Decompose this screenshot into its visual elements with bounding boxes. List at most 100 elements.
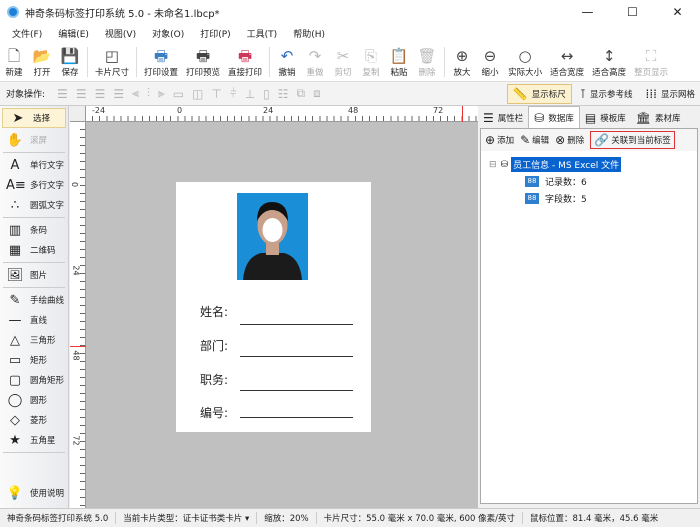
- menu-item[interactable]: 工具(T): [239, 27, 286, 40]
- ungroup-icon[interactable]: ⧈: [313, 86, 321, 101]
- tool-triangle[interactable]: △ 三角形: [0, 330, 68, 350]
- align-center-icon[interactable]: ⫶: [147, 86, 150, 101]
- delete-button[interactable]: 🗑 删除: [413, 47, 441, 78]
- copy-button[interactable]: ⎘ 复制: [357, 47, 385, 78]
- toolbox: ➤ 选择 ✋ 滚屏 A 单行文字 A≡ 多行文字 ∴ 圆弧文字 ▥ 条码 ▦ 二维码 🖼 图片 ✎ 手绘曲线 — 直线…: [0, 106, 69, 508]
- align-right-icon[interactable]: ⫸: [158, 86, 165, 101]
- show-grid-toggle[interactable]: ⁞⁞⁞ 显示网格: [641, 85, 700, 103]
- align-bottom-icon[interactable]: ⊥: [245, 87, 255, 101]
- ruler-icon: 📏: [512, 86, 528, 101]
- fit-page-button[interactable]: ⛶ 整页显示: [630, 47, 672, 78]
- tab-properties[interactable]: ☰ 属性栏: [478, 108, 528, 128]
- tool-select-arrow[interactable]: ➤ 选择: [2, 108, 66, 128]
- menu-item[interactable]: 视图(V): [97, 27, 144, 40]
- window-title: 神奇条码标签打印系统 5.0 - 未命名1.lbcp*: [25, 8, 220, 20]
- show-ruler-toggle[interactable]: 📏 显示标尺: [506, 83, 572, 104]
- print-button[interactable]: 🖶 直接打印: [224, 47, 266, 78]
- tab-templates[interactable]: ▤ 模板库: [580, 108, 631, 128]
- align-top-icon[interactable]: ⊤: [211, 87, 221, 101]
- save-button[interactable]: 💾 保存: [56, 47, 84, 78]
- align-middle-icon[interactable]: ⫩: [230, 86, 237, 101]
- zoom-out-button[interactable]: ⊖ 缩小: [476, 47, 504, 78]
- mouse-position-marker: [70, 346, 86, 347]
- bring-front-icon[interactable]: ☰: [76, 87, 87, 101]
- tab-database[interactable]: ⛁ 数据库: [528, 106, 580, 128]
- field-label-department: 部门:: [200, 339, 229, 353]
- same-height-icon[interactable]: ▯: [263, 87, 270, 101]
- send-back-icon[interactable]: ☰: [95, 87, 106, 101]
- tool-arc-text[interactable]: ∴ 圆弧文字: [0, 195, 68, 215]
- add-button[interactable]: ⊕ 添加: [485, 133, 514, 147]
- tab-materials[interactable]: 🏛 素材库: [631, 108, 686, 128]
- list-icon: ☰: [483, 111, 494, 125]
- menu-item[interactable]: 打印(P): [192, 27, 238, 40]
- field-count-node[interactable]: 88 字段数：5: [525, 192, 587, 205]
- tool-hand[interactable]: ✋ 滚屏: [0, 130, 68, 150]
- distribute-h-icon[interactable]: ◫: [192, 87, 203, 101]
- data-source-name[interactable]: 员工信息 - MS Excel 文件: [511, 157, 622, 172]
- actual-size-button[interactable]: ○ 实际大小: [504, 47, 546, 78]
- menu-item[interactable]: 帮助(H): [285, 27, 333, 40]
- minimize-button[interactable]: —: [565, 0, 610, 24]
- tool-multi-line-text[interactable]: A≡ 多行文字: [0, 175, 68, 195]
- menu-item[interactable]: 编辑(E): [50, 27, 97, 40]
- tool-freehand[interactable]: ✎ 手绘曲线: [0, 290, 68, 310]
- align-left-icon[interactable]: ⫷: [132, 86, 139, 101]
- tool-label: 矩形: [30, 356, 48, 366]
- show-guides-toggle[interactable]: ⊺ 显示参考线: [575, 85, 638, 103]
- card-size-button[interactable]: ◰ 卡片尺寸: [91, 47, 133, 78]
- menu-item[interactable]: 对象(O): [144, 27, 192, 40]
- tool-image[interactable]: 🖼 图片: [0, 265, 68, 285]
- status-mouse-position: 鼠标位置：81.4 毫米，45.6 毫米: [530, 514, 659, 524]
- menu-item[interactable]: 文件(F): [4, 27, 50, 40]
- new-file-button[interactable]: 🗋 新建: [0, 47, 28, 78]
- maximize-button[interactable]: ☐: [610, 0, 655, 24]
- tool-ellipse[interactable]: ◯ 圆形: [0, 390, 68, 410]
- tree-root[interactable]: ⊟ ⛁ 员工信息 - MS Excel 文件: [489, 157, 622, 172]
- ruler-label: 24: [71, 265, 81, 276]
- triangle-icon: △: [10, 332, 20, 348]
- same-width-icon[interactable]: ▭: [173, 87, 184, 101]
- collapse-icon[interactable]: ⊟: [489, 160, 497, 170]
- show-grid-label: 显示网格: [660, 89, 695, 100]
- toolbar-separator: [444, 47, 446, 77]
- tool-star[interactable]: ★ 五角星: [0, 430, 68, 450]
- layer-icon[interactable]: ☰: [57, 87, 68, 101]
- tool-diamond[interactable]: ◇ 菱形: [0, 410, 68, 430]
- fit-width-button[interactable]: ↔ 适合宽度: [546, 47, 588, 78]
- cut-button[interactable]: ✂ 剪切: [329, 47, 357, 78]
- tool-barcode[interactable]: ▥ 条码: [0, 220, 68, 240]
- tool-rectangle[interactable]: ▭ 矩形: [0, 350, 68, 370]
- tool-label: 菱形: [30, 416, 48, 426]
- tool-single-line-text[interactable]: A 单行文字: [0, 155, 68, 175]
- zoom-in-button[interactable]: ⊕ 放大: [448, 47, 476, 78]
- card-type-dropdown[interactable]: 当前卡片类型：证卡证书类卡片 ▾: [116, 512, 258, 524]
- open-button[interactable]: 📂 打开: [28, 47, 56, 78]
- hand-icon: ✋: [6, 132, 24, 148]
- tool-label: 条码: [30, 226, 48, 236]
- tool-rounded-rect[interactable]: ▢ 圆角矩形: [0, 370, 68, 390]
- tool-help-bulb[interactable]: 💡 使用说明: [0, 483, 68, 503]
- redo-button[interactable]: ↷ 重做: [301, 47, 329, 78]
- employee-photo[interactable]: [237, 193, 308, 280]
- undo-button[interactable]: ↶ 撤销: [273, 47, 301, 78]
- layer-icon[interactable]: ☰: [113, 87, 124, 101]
- print-preview-button[interactable]: 🖶 打印预览: [182, 47, 224, 78]
- edit-button[interactable]: ✎ 编辑: [520, 133, 549, 147]
- close-button[interactable]: ✕: [655, 0, 700, 24]
- tool-line[interactable]: — 直线: [0, 310, 68, 330]
- redo-icon: ↷: [308, 46, 322, 65]
- link-to-label-button[interactable]: 🔗 关联到当前标签: [590, 131, 675, 149]
- status-app: 神奇条码标签打印系统 5.0: [0, 512, 117, 524]
- paste-button[interactable]: 📋 粘贴: [385, 47, 413, 78]
- delete-button[interactable]: ⊗ 删除: [555, 133, 584, 147]
- print-settings-button[interactable]: 🖶 打印设置: [140, 47, 182, 78]
- record-count-node[interactable]: 88 记录数：6: [525, 175, 587, 188]
- group-icon[interactable]: ⧉: [297, 86, 306, 101]
- toolbar-separator: [87, 47, 88, 77]
- tool-qrcode[interactable]: ▦ 二维码: [0, 240, 68, 260]
- distribute-v-icon[interactable]: ☷: [278, 87, 289, 101]
- tool-label: 圆弧文字: [30, 201, 65, 211]
- fit-height-button[interactable]: ↕ 适合高度: [588, 47, 630, 78]
- rounded-rect-icon: ▢: [8, 372, 22, 388]
